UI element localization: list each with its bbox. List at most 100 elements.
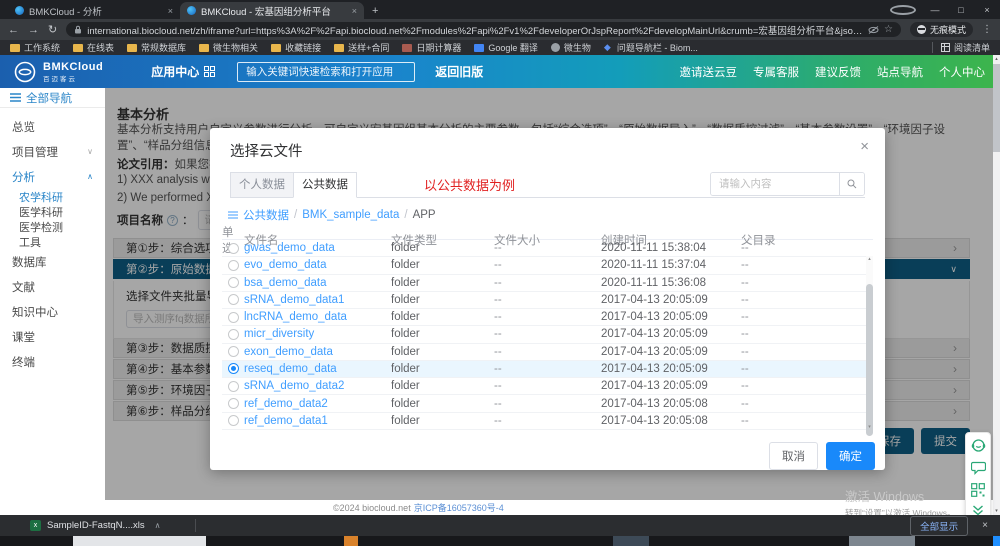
- file-name-link[interactable]: ref_demo_data2: [244, 398, 391, 410]
- customer-service-icon[interactable]: [971, 438, 986, 453]
- dialog-search-input[interactable]: [711, 173, 839, 195]
- forward-icon[interactable]: →: [28, 24, 39, 36]
- sidebar-item[interactable]: 医学科研: [0, 204, 105, 219]
- radio-button[interactable]: [228, 260, 239, 271]
- scroll-down-icon[interactable]: ▾: [993, 508, 1000, 514]
- table-row[interactable]: exon_demo_data folder -- 2017-04-13 20:0…: [222, 344, 873, 361]
- bookmark-item[interactable]: 微生物: [551, 41, 591, 54]
- tab-public-data[interactable]: 公共数据: [293, 172, 357, 198]
- chat-icon[interactable]: [971, 461, 986, 475]
- file-name-link[interactable]: evo_demo_data: [244, 259, 391, 271]
- confirm-button[interactable]: 确定: [826, 442, 875, 470]
- scroll-down-icon[interactable]: ▾: [866, 424, 873, 430]
- file-name-link[interactable]: lncRNA_demo_data: [244, 311, 391, 323]
- table-row[interactable]: gwas_demo_data folder -- 2020-11-11 15:3…: [222, 240, 873, 257]
- scroll-up-icon[interactable]: ▴: [993, 56, 1000, 62]
- window-maximize-button[interactable]: □: [948, 5, 974, 15]
- radio-button[interactable]: [228, 243, 239, 254]
- show-all-downloads-button[interactable]: 全部显示: [910, 516, 968, 536]
- profile-icon[interactable]: [890, 5, 916, 15]
- eye-blocked-icon[interactable]: [868, 26, 879, 34]
- table-row[interactable]: micr_diversity folder -- 2017-04-13 20:0…: [222, 326, 873, 343]
- bookmark-item[interactable]: 日期计算器: [402, 41, 461, 54]
- app-center-button[interactable]: 应用中心: [151, 63, 215, 80]
- new-tab-button[interactable]: +: [372, 5, 378, 19]
- sidebar-item[interactable]: 项目管理 ∨: [0, 139, 105, 164]
- table-row[interactable]: ref_demo_data2 folder -- 2017-04-13 20:0…: [222, 395, 873, 412]
- bookmark-item[interactable]: 问题导航栏 - Biom...: [604, 41, 698, 54]
- radio-button[interactable]: [228, 415, 239, 426]
- window-close-button[interactable]: ×: [974, 5, 1000, 15]
- breadcrumb-folder-link[interactable]: BMK_sample_data: [302, 209, 399, 221]
- reading-list-button[interactable]: 阅读清单: [941, 41, 990, 54]
- dialog-close-icon[interactable]: ×: [860, 138, 869, 155]
- cancel-button[interactable]: 取消: [769, 442, 818, 470]
- browser-tab-1[interactable]: BMKCloud - 分析 ×: [8, 2, 180, 19]
- file-name-link[interactable]: micr_diversity: [244, 328, 391, 340]
- file-name-link[interactable]: gwas_demo_data: [244, 242, 391, 254]
- radio-button[interactable]: [228, 294, 239, 305]
- bookmark-item[interactable]: 收藏链接: [271, 41, 321, 54]
- sidebar-item[interactable]: 农学科研: [0, 189, 105, 204]
- tab-close-icon[interactable]: ×: [168, 6, 173, 16]
- page-scrollbar[interactable]: ▴ ▾: [993, 55, 1000, 515]
- file-name-link[interactable]: reseq_demo_data: [244, 363, 391, 375]
- bookmark-item[interactable]: 常规数据库: [127, 41, 186, 54]
- table-row[interactable]: reseq_demo_data folder -- 2017-04-13 20:…: [222, 361, 873, 378]
- sidebar-item[interactable]: 数据库: [0, 249, 105, 274]
- icp-link[interactable]: 京ICP备16057360号-4: [414, 501, 504, 514]
- scrollbar-thumb[interactable]: [866, 284, 873, 436]
- browser-menu-icon[interactable]: ⋮: [982, 24, 992, 35]
- file-name-link[interactable]: ref_demo_data1: [244, 415, 391, 427]
- header-nav-link[interactable]: 站点导航: [877, 64, 923, 80]
- bookmark-star-icon[interactable]: ☆: [884, 24, 893, 35]
- window-minimize-button[interactable]: —: [922, 5, 948, 15]
- bookmark-item[interactable]: 工作系统: [10, 41, 60, 54]
- qrcode-icon[interactable]: [971, 483, 985, 497]
- app-search-input[interactable]: [237, 62, 415, 82]
- radio-button[interactable]: [228, 398, 239, 409]
- back-to-old-version-button[interactable]: 返回旧版: [435, 63, 483, 80]
- file-name-link[interactable]: sRNA_demo_data1: [244, 294, 391, 306]
- bookmark-item[interactable]: 在线表: [73, 41, 114, 54]
- radio-button[interactable]: [228, 312, 239, 323]
- sidebar-item[interactable]: 分析 ∧: [0, 164, 105, 189]
- sidebar-item[interactable]: 课堂: [0, 324, 105, 349]
- search-button[interactable]: [839, 173, 864, 195]
- header-nav-link[interactable]: 专属客服: [753, 64, 799, 80]
- sidebar-item[interactable]: 医学检测: [0, 219, 105, 234]
- radio-button[interactable]: [228, 381, 239, 392]
- file-name-link[interactable]: bsa_demo_data: [244, 277, 391, 289]
- table-row[interactable]: bsa_demo_data folder -- 2020-11-11 15:36…: [222, 275, 873, 292]
- sidebar-toggle-all-nav[interactable]: 全部导航: [0, 88, 105, 108]
- sidebar-item[interactable]: 工具: [0, 234, 105, 249]
- radio-button[interactable]: [228, 277, 239, 288]
- header-nav-link[interactable]: 个人中心: [939, 64, 985, 80]
- tab-personal-data[interactable]: 个人数据: [230, 172, 294, 198]
- table-row[interactable]: ref_demo_data1 folder -- 2017-04-13 20:0…: [222, 413, 873, 430]
- table-row[interactable]: evo_demo_data folder -- 2020-11-11 15:37…: [222, 257, 873, 274]
- back-icon[interactable]: ←: [8, 24, 19, 36]
- sidebar-item[interactable]: 知识中心: [0, 299, 105, 324]
- radio-button[interactable]: [228, 363, 239, 374]
- sidebar-item[interactable]: 终端: [0, 349, 105, 374]
- download-item[interactable]: x SampleID-FastqN....xls ∧: [30, 520, 161, 531]
- sidebar-item[interactable]: 总览: [0, 114, 105, 139]
- table-row[interactable]: sRNA_demo_data1 folder -- 2017-04-13 20:…: [222, 292, 873, 309]
- browser-tab-2-active[interactable]: BMKCloud - 宏基因组分析平台 ×: [180, 2, 364, 19]
- sidebar-item[interactable]: 文献: [0, 274, 105, 299]
- table-row[interactable]: lncRNA_demo_data folder -- 2017-04-13 20…: [222, 309, 873, 326]
- chevron-up-icon[interactable]: ∧: [155, 521, 161, 530]
- tab-close-icon[interactable]: ×: [352, 6, 357, 16]
- address-bar[interactable]: international.biocloud.net/zh/iframe?url…: [66, 22, 901, 37]
- bmkcloud-logo[interactable]: BMKCloud百迈客云: [14, 61, 103, 83]
- radio-button[interactable]: [228, 346, 239, 357]
- shelf-close-icon[interactable]: ×: [982, 520, 988, 531]
- bookmark-item[interactable]: 微生物相关: [199, 41, 258, 54]
- breadcrumb-root-link[interactable]: 公共数据: [243, 207, 289, 223]
- scrollbar-thumb[interactable]: [993, 64, 1000, 152]
- header-nav-link[interactable]: 邀请送云豆: [680, 64, 738, 80]
- reload-icon[interactable]: ↻: [48, 23, 57, 36]
- table-row[interactable]: sRNA_demo_data2 folder -- 2017-04-13 20:…: [222, 378, 873, 395]
- header-nav-link[interactable]: 建议反馈: [815, 64, 861, 80]
